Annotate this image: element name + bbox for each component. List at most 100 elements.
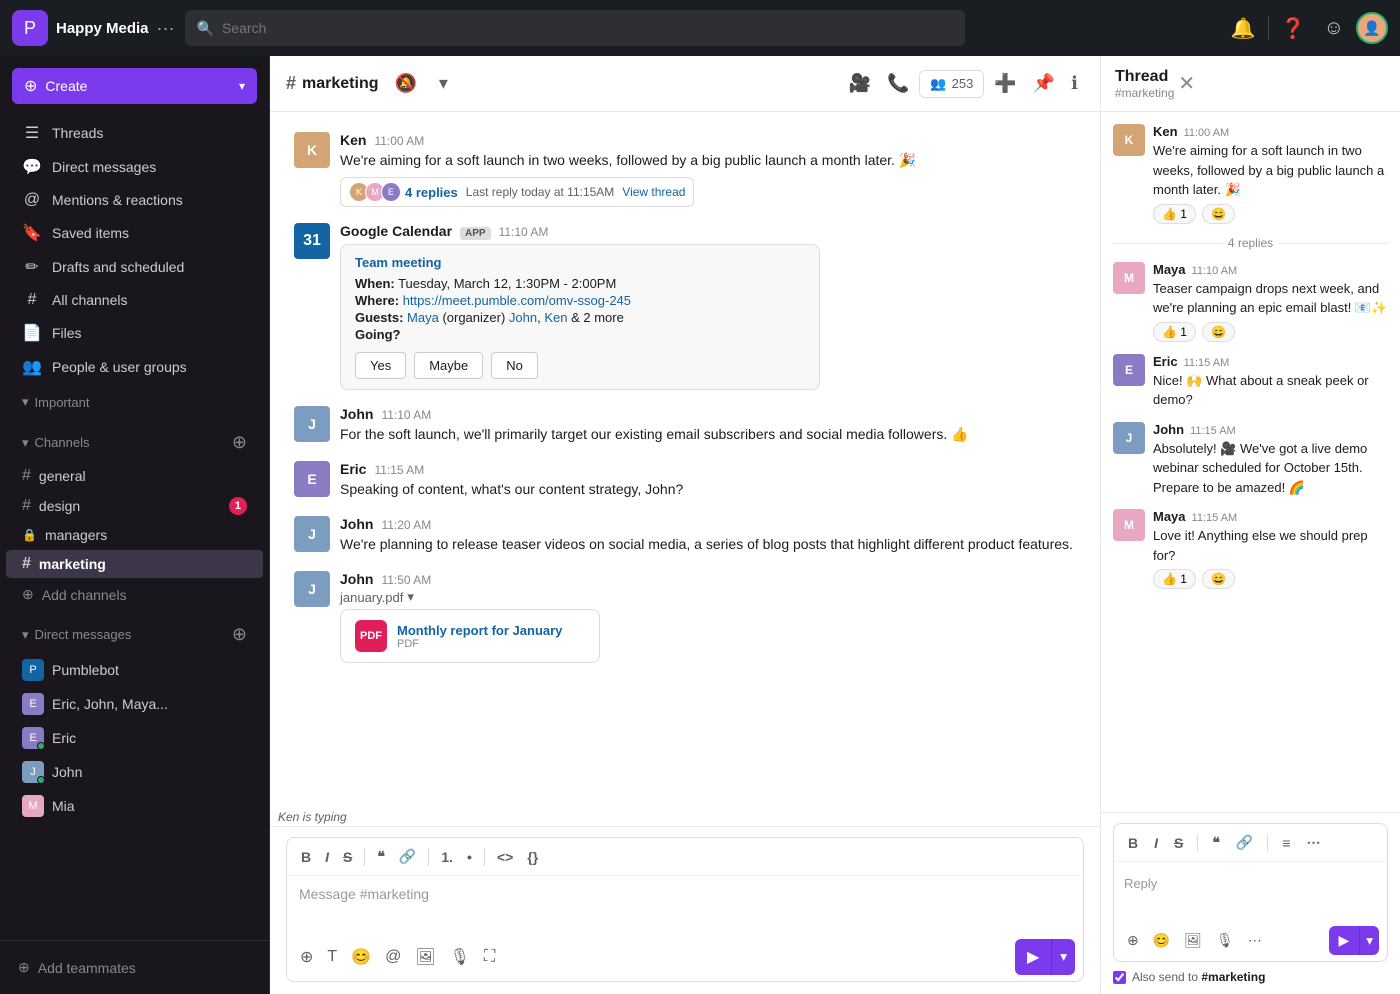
- strikethrough-button[interactable]: S: [337, 845, 358, 869]
- sidebar-channel-general[interactable]: # general: [6, 462, 263, 490]
- thread-emoji-button[interactable]: 😊: [1148, 927, 1175, 954]
- close-thread-button[interactable]: ✕: [1174, 67, 1199, 100]
- workspace-menu-button[interactable]: ···: [157, 18, 175, 39]
- video-call-button[interactable]: 🎥: [843, 67, 877, 100]
- search-input[interactable]: [222, 20, 953, 36]
- emoji-button[interactable]: 😊: [346, 942, 376, 972]
- meeting-link[interactable]: https://meet.pumble.com/omv-ssog-245: [403, 293, 631, 308]
- quote-button[interactable]: ❝: [371, 844, 391, 869]
- view-thread-link[interactable]: View thread: [622, 185, 685, 199]
- also-send-checkbox[interactable]: [1113, 971, 1126, 984]
- add-dm-icon[interactable]: ⊕: [232, 624, 247, 645]
- pin-button[interactable]: 📌: [1027, 67, 1061, 100]
- avatar: K: [1113, 124, 1145, 156]
- bold-button[interactable]: B: [295, 845, 317, 869]
- reaction-smile[interactable]: 😄: [1202, 204, 1235, 224]
- chevron-down-icon[interactable]: ▾: [407, 589, 414, 605]
- unordered-list-button[interactable]: •: [461, 845, 478, 869]
- sidebar-channel-marketing[interactable]: # marketing: [6, 550, 263, 578]
- add-attachment-button[interactable]: ⊕: [295, 942, 318, 972]
- dm-pumblebot[interactable]: P Pumblebot: [6, 654, 263, 686]
- code-button[interactable]: <>: [491, 845, 519, 869]
- guest-maya-link[interactable]: Maya: [407, 310, 439, 325]
- message-content: John 11:50 AM january.pdf ▾ PDF Monthly …: [340, 571, 1076, 663]
- audio-call-button[interactable]: 📞: [881, 67, 915, 100]
- thread-more-button[interactable]: ⋯: [1301, 830, 1327, 855]
- sidebar-item-people[interactable]: 👥 People & user groups: [6, 351, 263, 383]
- section-important[interactable]: ▾ Important: [6, 388, 263, 416]
- create-button[interactable]: ⊕ Create ▾: [12, 68, 257, 104]
- sidebar-item-mentions[interactable]: @ Mentions & reactions: [6, 185, 263, 215]
- thread-more-options-button[interactable]: ⋯: [1243, 927, 1267, 954]
- notifications-icon[interactable]: 🔔: [1225, 10, 1262, 47]
- ordered-list-button[interactable]: 1.: [435, 845, 459, 869]
- user-avatar[interactable]: 👤: [1356, 12, 1388, 44]
- dm-group[interactable]: E Eric, John, Maya...: [6, 688, 263, 720]
- threads-icon: ☰: [22, 123, 42, 143]
- file-attachment[interactable]: PDF Monthly report for January PDF: [340, 609, 600, 663]
- italic-button[interactable]: I: [319, 845, 335, 869]
- sidebar-channel-design[interactable]: # design ⋯ 1: [6, 492, 263, 520]
- replies-bar[interactable]: K M E 4 replies Last reply today at 11:1…: [340, 177, 694, 207]
- format-button[interactable]: T: [322, 942, 342, 972]
- search-bar[interactable]: 🔍: [185, 10, 965, 46]
- reaction-thumbsup[interactable]: 👍 1: [1153, 204, 1196, 224]
- sidebar-item-files[interactable]: 📄 Files: [6, 317, 263, 349]
- mention-button[interactable]: @: [380, 942, 406, 972]
- thread-send-dropdown-button[interactable]: ▾: [1359, 926, 1379, 955]
- status-icon[interactable]: ☺: [1318, 11, 1350, 46]
- sidebar-item-drafts[interactable]: ✏ Drafts and scheduled: [6, 251, 263, 283]
- reaction-thumbsup[interactable]: 👍 1: [1153, 569, 1196, 589]
- thread-reply-input[interactable]: Reply: [1114, 868, 1387, 912]
- dm-mia[interactable]: M Mia: [6, 790, 263, 822]
- image-button[interactable]: 🖼: [410, 942, 440, 972]
- thread-image-button[interactable]: 🖼: [1179, 927, 1207, 954]
- audio-button[interactable]: 🎙: [445, 942, 475, 972]
- pumble-logo[interactable]: P: [12, 10, 48, 46]
- guest-ken-link[interactable]: Ken: [544, 310, 567, 325]
- sidebar-item-direct-messages[interactable]: 💬 Direct messages: [6, 151, 263, 183]
- help-icon[interactable]: ❓: [1275, 10, 1312, 47]
- thread-add-button[interactable]: ⊕: [1122, 927, 1144, 954]
- thread-strike-button[interactable]: S: [1168, 831, 1189, 855]
- message-input[interactable]: [287, 876, 1083, 928]
- thread-link-button[interactable]: 🔗: [1230, 830, 1259, 855]
- channel-dropdown-button[interactable]: ▾: [433, 67, 454, 100]
- thread-quote-button[interactable]: ❝: [1206, 830, 1226, 855]
- expand-button[interactable]: ⛶: [479, 942, 500, 972]
- send-dropdown-button[interactable]: ▾: [1051, 939, 1075, 975]
- thread-audio-button[interactable]: 🎙: [1211, 927, 1239, 954]
- reaction-thumbsup[interactable]: 👍 1: [1153, 322, 1196, 342]
- rsvp-maybe-button[interactable]: Maybe: [414, 352, 483, 379]
- thread-list-button[interactable]: ≡: [1276, 831, 1296, 855]
- send-button[interactable]: ▶: [1015, 939, 1051, 975]
- section-direct-messages[interactable]: ▾ Direct messages ⊕: [6, 618, 263, 651]
- pdf-icon: PDF: [355, 620, 387, 652]
- link-button[interactable]: 🔗: [393, 844, 422, 869]
- reaction-smile[interactable]: 😄: [1202, 322, 1235, 342]
- section-channels[interactable]: ▾ Channels ⊕: [6, 426, 263, 459]
- thread-italic-button[interactable]: I: [1148, 831, 1164, 855]
- guest-john-link[interactable]: John: [509, 310, 537, 325]
- thread-bold-button[interactable]: B: [1122, 831, 1144, 855]
- add-channel-icon[interactable]: ⊕: [232, 432, 247, 453]
- sidebar-item-all-channels[interactable]: # All channels: [6, 285, 263, 315]
- mute-button[interactable]: 🔕: [388, 67, 422, 100]
- add-member-button[interactable]: ➕: [988, 67, 1022, 100]
- event-title-link[interactable]: Team meeting: [355, 255, 441, 270]
- info-button[interactable]: ℹ: [1065, 67, 1084, 100]
- sidebar-channel-managers[interactable]: 🔒 managers: [6, 522, 263, 548]
- thread-send-button[interactable]: ▶: [1329, 926, 1360, 955]
- replies-count: 4 replies: [405, 185, 458, 200]
- member-count-button[interactable]: 👥 253: [919, 70, 984, 98]
- code-block-button[interactable]: {}: [521, 845, 544, 869]
- add-channels-button[interactable]: ⊕ Add channels: [6, 580, 263, 609]
- sidebar-item-saved[interactable]: 🔖 Saved items: [6, 217, 263, 249]
- rsvp-no-button[interactable]: No: [491, 352, 538, 379]
- rsvp-yes-button[interactable]: Yes: [355, 352, 406, 379]
- add-teammates-button[interactable]: ⊕ Add teammates: [12, 953, 257, 982]
- dm-john[interactable]: J John: [6, 756, 263, 788]
- reaction-smile[interactable]: 😄: [1202, 569, 1235, 589]
- dm-eric[interactable]: E Eric: [6, 722, 263, 754]
- sidebar-item-threads[interactable]: ☰ Threads: [6, 117, 263, 149]
